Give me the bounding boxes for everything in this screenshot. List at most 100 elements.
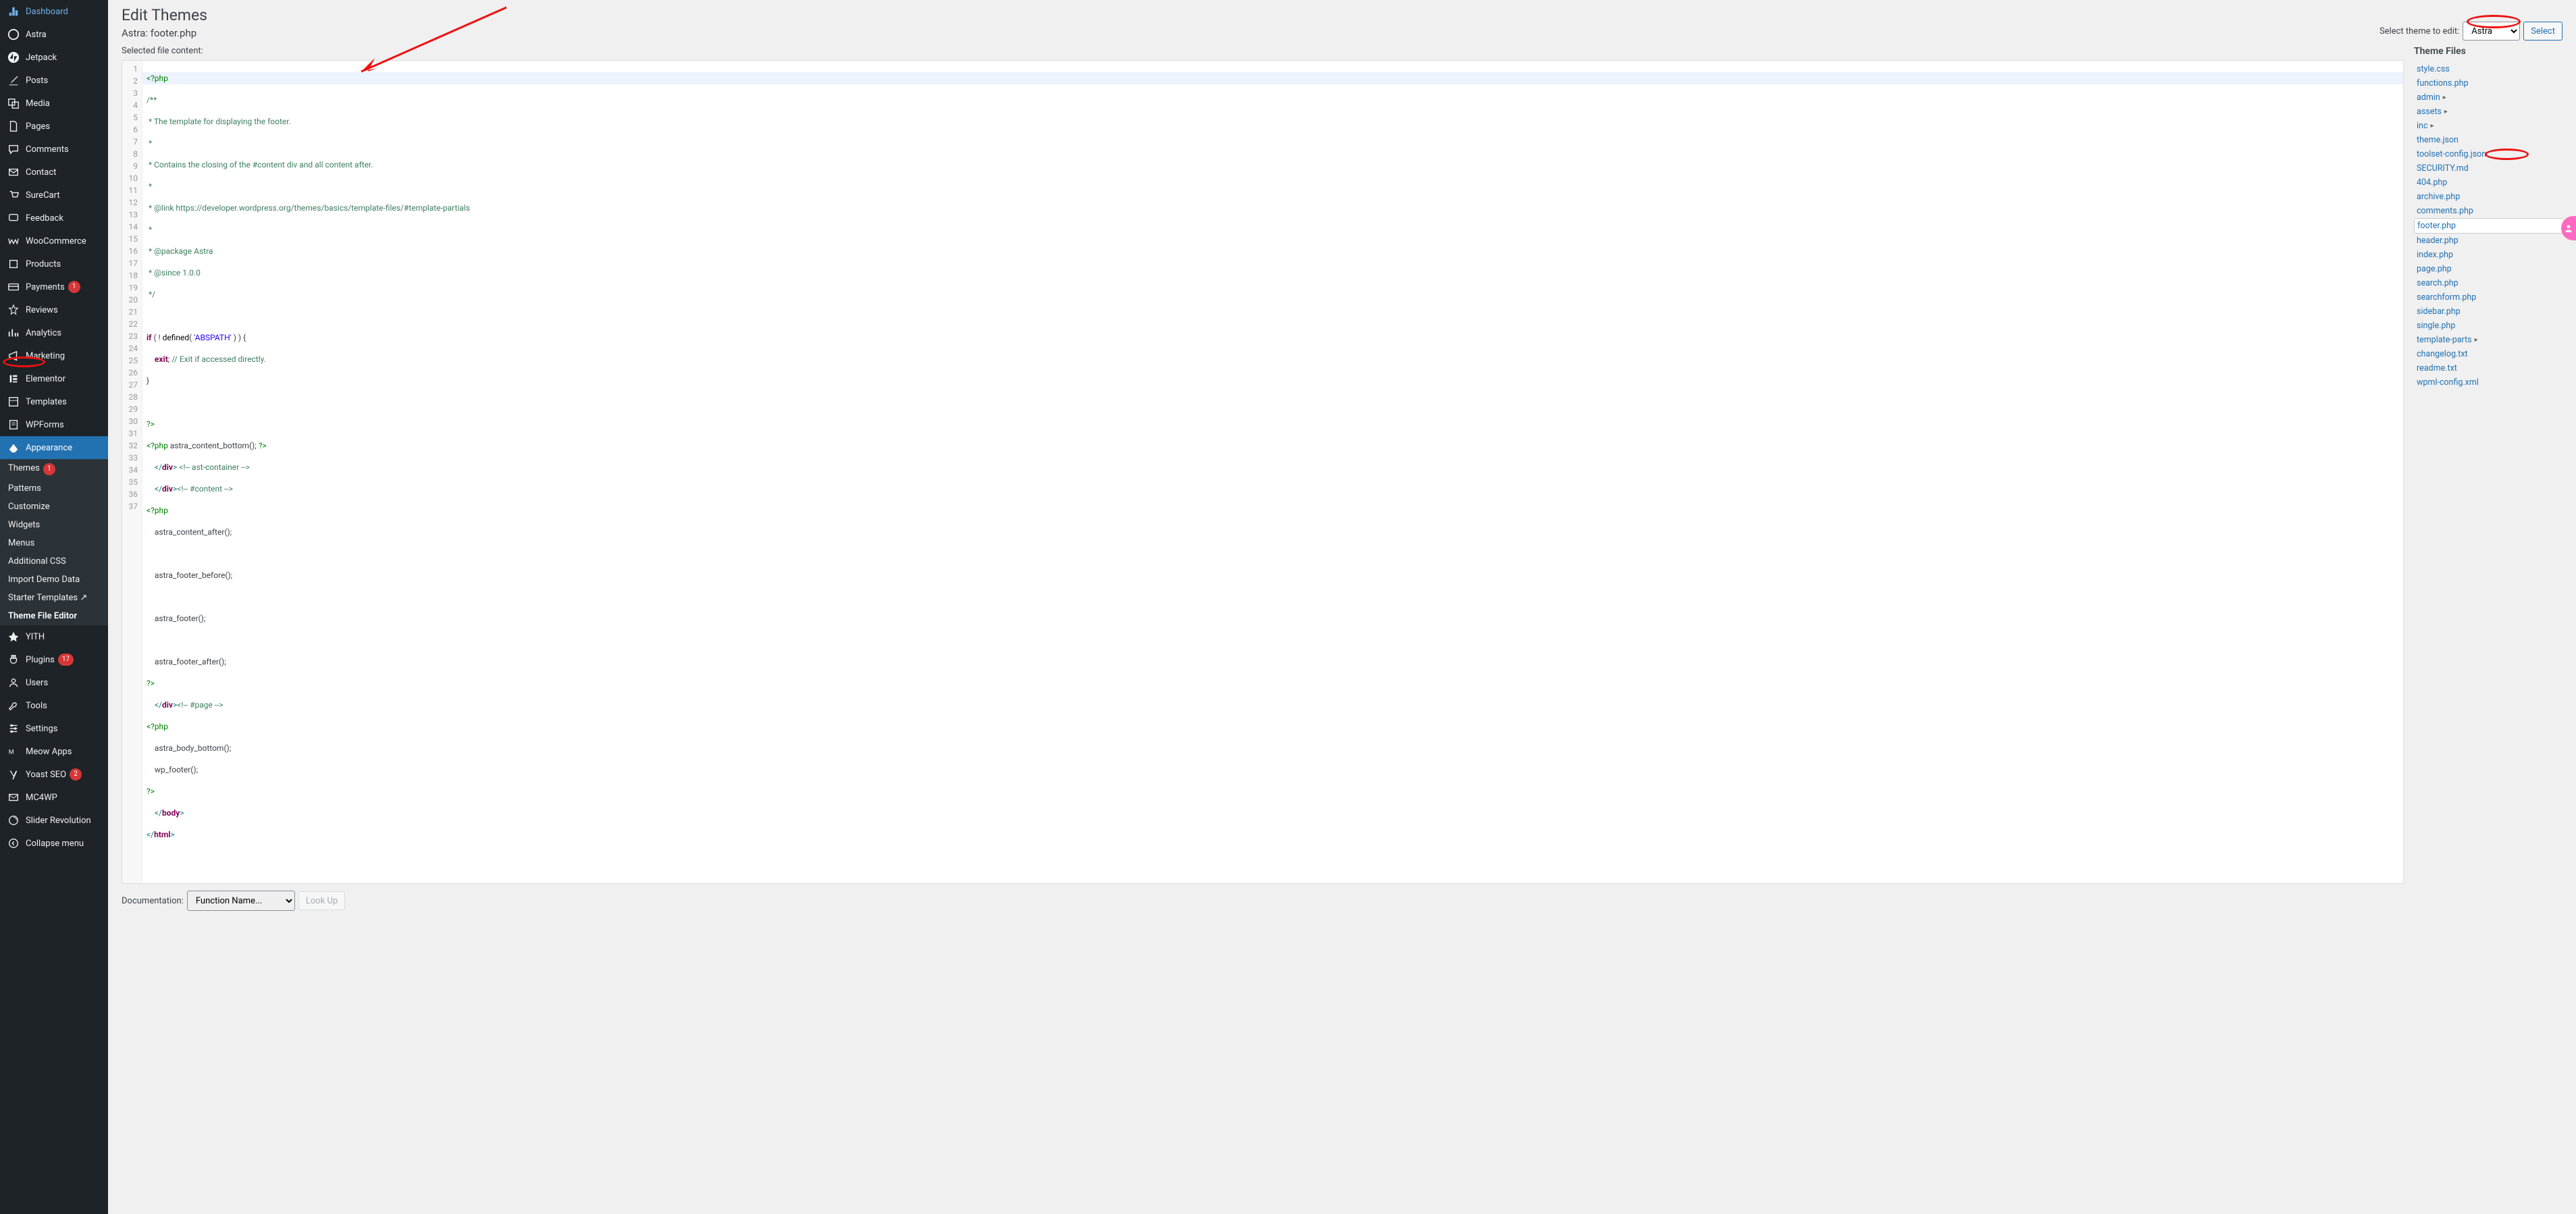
badge: 2 — [70, 768, 82, 781]
file-item-wpml-config-xml[interactable]: wpml-config.xml — [2414, 375, 2562, 390]
submenu-item-customize[interactable]: Customize — [0, 498, 108, 516]
comments-icon — [7, 142, 20, 156]
file-item-footer-php[interactable]: footer.php — [2414, 218, 2562, 234]
sidebar-item-label: YITH — [26, 632, 45, 642]
sidebar-item-collapse-menu[interactable]: Collapse menu — [0, 832, 108, 855]
sidebar-item-analytics[interactable]: Analytics — [0, 321, 108, 344]
file-item-searchform-php[interactable]: searchform.php — [2414, 290, 2562, 305]
badge: 1 — [43, 463, 55, 475]
folder-arrow-icon: ▸ — [2444, 108, 2448, 115]
sidebar-item-pages[interactable]: Pages — [0, 115, 108, 138]
sidebar-item-posts[interactable]: Posts — [0, 69, 108, 92]
file-item-page-php[interactable]: page.php — [2414, 262, 2562, 276]
submenu-item-themes[interactable]: Themes1 — [0, 459, 108, 479]
sidebar-item-woocommerce[interactable]: WooCommerce — [0, 230, 108, 253]
sidebar-item-plugins[interactable]: Plugins17 — [0, 648, 108, 671]
products-icon — [7, 257, 20, 271]
file-item-theme-json[interactable]: theme.json — [2414, 133, 2562, 147]
submenu-item-menus[interactable]: Menus — [0, 534, 108, 552]
sidebar-item-marketing[interactable]: Marketing — [0, 344, 108, 367]
file-item-index-php[interactable]: index.php — [2414, 248, 2562, 262]
sidebar-item-dashboard[interactable]: Dashboard — [0, 0, 108, 23]
sidebar-item-contact[interactable]: Contact — [0, 161, 108, 184]
sidebar-item-label: Media — [26, 99, 50, 109]
plugins-icon — [7, 653, 20, 666]
sidebar-item-astra[interactable]: Astra — [0, 23, 108, 46]
theme-files-heading: Theme Files — [2414, 46, 2562, 57]
file-item-readme-txt[interactable]: readme.txt — [2414, 361, 2562, 375]
file-item-404-php[interactable]: 404.php — [2414, 176, 2562, 190]
submenu-item-import-demo-data[interactable]: Import Demo Data — [0, 571, 108, 589]
main-content: Edit Themes Astra: footer.php Select the… — [108, 0, 2576, 924]
function-select[interactable]: Function Name... — [187, 891, 295, 911]
sidebar-item-slider-revolution[interactable]: Slider Revolution — [0, 809, 108, 832]
file-item-single-php[interactable]: single.php — [2414, 319, 2562, 333]
sidebar-item-label: Jetpack — [26, 53, 57, 63]
lookup-button[interactable]: Look Up — [298, 891, 345, 910]
file-item-admin[interactable]: admin▸ — [2414, 90, 2562, 105]
sidebar-item-products[interactable]: Products — [0, 253, 108, 275]
dashboard-icon — [7, 5, 20, 18]
sidebar-item-label: Products — [26, 259, 61, 269]
sidebar-item-surecart[interactable]: SureCart — [0, 184, 108, 207]
sidebar-item-yoast-seo[interactable]: Yoast SEO 2 — [0, 763, 108, 786]
sidebar-item-templates[interactable]: Templates — [0, 390, 108, 413]
sidebar-item-media[interactable]: Media — [0, 92, 108, 115]
file-item-functions-php[interactable]: functions.php — [2414, 76, 2562, 90]
folder-arrow-icon: ▸ — [2443, 94, 2446, 101]
sidebar-item-appearance[interactable]: Appearance — [0, 436, 108, 459]
sidebar-item-tools[interactable]: Tools — [0, 694, 108, 717]
contact-icon — [7, 165, 20, 179]
file-item-style-css[interactable]: style.css — [2414, 62, 2562, 76]
sidebar-item-users[interactable]: Users — [0, 671, 108, 694]
sidebar-item-wpforms[interactable]: WPForms — [0, 413, 108, 436]
sidebar-item-settings[interactable]: Settings — [0, 717, 108, 740]
sidebar-item-jetpack[interactable]: Jetpack — [0, 46, 108, 69]
file-item-changelog-txt[interactable]: changelog.txt — [2414, 347, 2562, 361]
feedback-icon — [7, 211, 20, 225]
sidebar-item-feedback[interactable]: Feedback — [0, 207, 108, 230]
sidebar-item-elementor[interactable]: Elementor — [0, 367, 108, 390]
sidebar-item-label: WPForms — [26, 420, 64, 430]
sidebar-item-label: Marketing — [26, 351, 65, 361]
sidebar-item-label: Astra — [26, 30, 47, 40]
file-item-search-php[interactable]: search.php — [2414, 276, 2562, 290]
select-theme-button[interactable]: Select — [2523, 22, 2562, 41]
elementor-icon — [7, 372, 20, 386]
submenu-item-theme-file-editor[interactable]: Theme File Editor — [0, 607, 108, 625]
submenu-item-widgets[interactable]: Widgets — [0, 516, 108, 534]
sidebar-item-label: Collapse menu — [26, 839, 84, 849]
file-item-archive-php[interactable]: archive.php — [2414, 190, 2562, 204]
code-editor[interactable]: 1234567891011121314151617181920212223242… — [122, 60, 2404, 884]
sidebar-item-label: Yoast SEO — [26, 770, 66, 780]
file-item-assets[interactable]: assets▸ — [2414, 105, 2562, 119]
sidebar-item-reviews[interactable]: Reviews — [0, 298, 108, 321]
file-item-inc[interactable]: inc▸ — [2414, 119, 2562, 133]
surecart-icon — [7, 188, 20, 202]
sidebar-item-meow-apps[interactable]: MMeow Apps — [0, 740, 108, 763]
file-item-comments-php[interactable]: comments.php — [2414, 204, 2562, 218]
file-item-template-parts[interactable]: template-parts▸ — [2414, 333, 2562, 347]
folder-arrow-icon: ▸ — [2431, 122, 2434, 130]
tools-icon — [7, 699, 20, 712]
file-item-SECURITY-md[interactable]: SECURITY.md — [2414, 161, 2562, 176]
sidebar-item-label: Meow Apps — [26, 747, 72, 757]
sidebar-item-yith[interactable]: YITH — [0, 625, 108, 648]
sidebar-item-label: Feedback — [26, 213, 63, 223]
jetpack-icon — [7, 51, 20, 64]
documentation-row: Documentation: Function Name... Look Up — [122, 891, 2404, 911]
code-area[interactable]: <?php /** * The template for displaying … — [142, 61, 2403, 883]
submenu-item-patterns[interactable]: Patterns — [0, 479, 108, 498]
file-item-header-php[interactable]: header.php — [2414, 234, 2562, 248]
file-item-toolset-config-json[interactable]: toolset-config.json — [2414, 147, 2562, 161]
sidebar-item-label: WooCommerce — [26, 236, 86, 246]
submenu-item-additional-css[interactable]: Additional CSS — [0, 552, 108, 571]
sidebar-item-payments[interactable]: Payments1 — [0, 275, 108, 298]
sidebar-item-label: Posts — [26, 76, 48, 86]
submenu-item-starter-templates[interactable]: Starter Templates ↗ — [0, 589, 108, 607]
templates-icon — [7, 395, 20, 408]
file-item-sidebar-php[interactable]: sidebar.php — [2414, 305, 2562, 319]
sidebar-item-comments[interactable]: Comments — [0, 138, 108, 161]
sidebar-item-mc4wp[interactable]: MC4WP — [0, 786, 108, 809]
theme-select[interactable]: Astra — [2463, 22, 2520, 41]
